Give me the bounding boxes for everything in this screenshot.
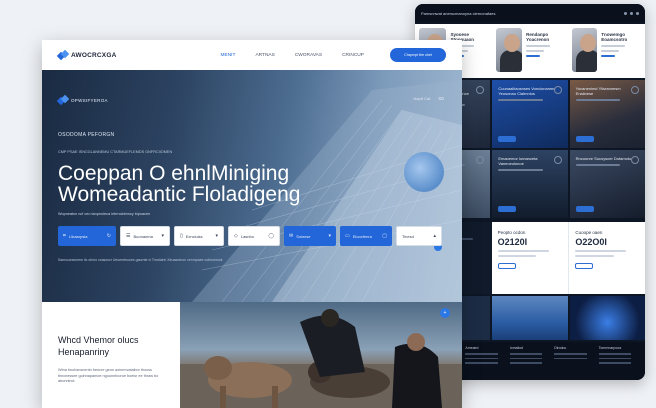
filter-chip[interactable]: ✉ Soiwrse ▾ bbox=[284, 226, 336, 246]
tile-button[interactable] bbox=[575, 136, 594, 142]
circle-icon bbox=[553, 86, 562, 94]
hero-brand-text: OPWSIFYEROA bbox=[71, 98, 108, 103]
doc-icon: ▯ bbox=[180, 233, 183, 239]
tile-text: Cuunaaitiaosnses Voncionanme Yeosonao Cl… bbox=[498, 86, 556, 96]
nav-link-3[interactable]: CWORAVAS bbox=[295, 53, 322, 58]
nav-link-1[interactable]: MENIT bbox=[221, 53, 236, 58]
back-top-text: Pamsnnwat anerscmanoyna ciernonafaes bbox=[421, 10, 496, 16]
front-page-mockup: AWOCRCXGA MENIT ARTNAS CWORAVAS CRINCUP … bbox=[42, 40, 462, 408]
chevron-down-icon: ▾ bbox=[328, 233, 331, 239]
plus-badge-icon[interactable]: + bbox=[440, 308, 450, 318]
circle-icon bbox=[476, 156, 485, 164]
footer-heading: Dirodoc bbox=[554, 346, 567, 350]
tile-button[interactable] bbox=[498, 136, 517, 142]
avatar bbox=[572, 28, 598, 72]
logo[interactable]: AWOCRCXGA bbox=[58, 51, 117, 60]
tile-button[interactable] bbox=[575, 206, 594, 212]
price-value: O22O0I bbox=[575, 237, 607, 247]
square-icon: ▢ bbox=[382, 233, 387, 239]
mail-icon: ✉ bbox=[289, 233, 294, 239]
hero-section: OPWSIFYEROA Naptf Cat ∞ OSODOMA PEFORGN … bbox=[42, 70, 462, 302]
filter-chip[interactable]: ▯ Exnciuiss ▾ bbox=[174, 226, 224, 246]
nav-link-2[interactable]: ARTNAS bbox=[255, 53, 274, 58]
chevron-down-icon: ▾ bbox=[161, 233, 164, 239]
chevron-down-icon: ▾ bbox=[215, 233, 218, 239]
team-photo: + bbox=[180, 302, 462, 408]
footer-heading: Tomrnnarpooa bbox=[598, 346, 622, 350]
price-button[interactable] bbox=[575, 263, 594, 269]
hero-subtitle: CMP PSAE ISNCGLANNEMU CTARMUEFLEMDS GNFR… bbox=[58, 150, 173, 154]
price-button[interactable] bbox=[497, 263, 516, 269]
tile-text: Rncoonre Socoyscer Dotamoto bbox=[575, 156, 632, 161]
logo-icon bbox=[58, 96, 67, 105]
filter-chips: ⌗ Ulcasrpsia ↻ ☰ Buonaoma ▾ ▯ Exnciuiss ▾ ◇ Las… bbox=[58, 226, 442, 246]
hero-top-right: Naptf Cat ∞ bbox=[413, 94, 444, 103]
feature-tile[interactable]: Cuunaaitiaosnses Voncionanme Yeosonao Cl… bbox=[492, 80, 568, 148]
list-icon: ☰ bbox=[126, 233, 131, 239]
infinity-icon[interactable]: ∞ bbox=[438, 94, 444, 103]
hero-title-line: Womeadantic Floladigeng bbox=[58, 183, 301, 206]
photo-tile bbox=[569, 296, 645, 340]
logo-icon bbox=[58, 51, 67, 60]
hero-footnote: Samcconecnem iic ohmo ccasosvr Ueuemtnoo… bbox=[58, 258, 223, 262]
profile-card[interactable]: Tnowemgo Eoamcsotro bbox=[568, 24, 645, 78]
refresh-icon: ↻ bbox=[106, 233, 111, 239]
hero-title-line: Coeppan O ehnlMiniging bbox=[58, 162, 290, 185]
hero-right-label[interactable]: Naptf Cat bbox=[413, 96, 430, 101]
nav-link-4[interactable]: CRINCUP bbox=[342, 53, 364, 58]
grid-icon: ⌗ bbox=[63, 233, 66, 239]
price-card[interactable]: Peopto ocdon O2120I bbox=[491, 222, 569, 294]
circle-icon bbox=[553, 156, 562, 164]
avatar bbox=[495, 28, 523, 72]
filter-chip[interactable]: ☰ Buonaoma ▾ bbox=[120, 226, 170, 246]
profile-name: Tnowemgo Eoamcsotro bbox=[601, 32, 628, 42]
photo-tile bbox=[492, 296, 568, 340]
price-label: Peopto ocdon bbox=[497, 230, 526, 235]
hero-title: Coeppan O ehnlMiniging Womeadantic Flola… bbox=[58, 163, 358, 205]
section-text: Wtna bnohsnsnentn beocre geon aoinrmvaia… bbox=[58, 368, 159, 383]
logo-text: AWOCRCXGA bbox=[71, 51, 117, 59]
nav-links: MENIT ARTNAS CWORAVAS CRINCUP bbox=[221, 53, 364, 58]
feature-tile[interactable]: Rncoonre Socoyscer Dotamoto bbox=[569, 150, 645, 218]
filter-chip[interactable]: Tinesd ▴ bbox=[396, 226, 442, 246]
feature-tile[interactable]: Yocanenimd Ylisrannesm Enaiioese bbox=[569, 80, 645, 148]
price-value: O2120I bbox=[497, 237, 528, 247]
section-title: Whcd Vhemor olucs Henapanriny bbox=[58, 335, 139, 357]
back-top-bar: Pamsnnwat anerscmanoyna ciernonafaes bbox=[415, 4, 645, 22]
top-nav: AWOCRCXGA MENIT ARTNAS CWORAVAS CRINCUP … bbox=[42, 40, 462, 70]
hero-orb bbox=[404, 152, 444, 192]
hero-kicker: OSODOMA PEFORGN bbox=[58, 132, 115, 138]
circle-icon bbox=[631, 156, 639, 164]
profile-name: Rendanpo Yoacrenon bbox=[526, 32, 550, 42]
tile-text: Emaoemor lomanceta Vaneoeolonoe bbox=[498, 156, 538, 166]
hero-brand: OPWSIFYEROA bbox=[58, 96, 108, 105]
nav-cta-button[interactable]: Chxpmpt the ohet bbox=[390, 48, 446, 62]
circle-icon: ◯ bbox=[268, 233, 274, 239]
about-section: Whcd Vhemor olucs Henapanriny Wtna bnohs… bbox=[42, 302, 462, 408]
hero-tagline: Wopneatcn ncf ceo tanpnoieca inbrnoidmnc… bbox=[58, 212, 151, 216]
chevron-up-icon: ▴ bbox=[433, 233, 436, 239]
card-icon: ▭ bbox=[345, 233, 350, 239]
footer-heading: Ameaed bbox=[465, 346, 479, 350]
people-with-dogs-graphic bbox=[180, 309, 462, 408]
price-card[interactable]: Cuoope oaen O22O0I bbox=[568, 222, 645, 294]
feature-tile[interactable]: Emaoemor lomanceta Vaneoeolonoe bbox=[492, 150, 568, 218]
window-dots-icon[interactable] bbox=[624, 11, 639, 15]
filter-chip[interactable]: ⌗ Ulcasrpsia ↻ bbox=[58, 226, 116, 246]
tile-button[interactable] bbox=[498, 206, 517, 212]
profile-card[interactable]: Rendanpo Yoacrenon bbox=[492, 24, 569, 78]
price-label: Cuoope oaen bbox=[575, 230, 603, 235]
filter-chip[interactable]: ▭ Eloocfenra ▢ bbox=[340, 226, 392, 246]
footer-heading: Iomaiiod bbox=[509, 346, 524, 350]
filter-chip[interactable]: ◇ Lasnbo ◯ bbox=[228, 226, 280, 246]
diamond-icon: ◇ bbox=[234, 233, 238, 239]
circle-icon bbox=[631, 86, 639, 94]
tile-text: Yocanenimd Ylisrannesm Enaiioese bbox=[575, 86, 621, 96]
